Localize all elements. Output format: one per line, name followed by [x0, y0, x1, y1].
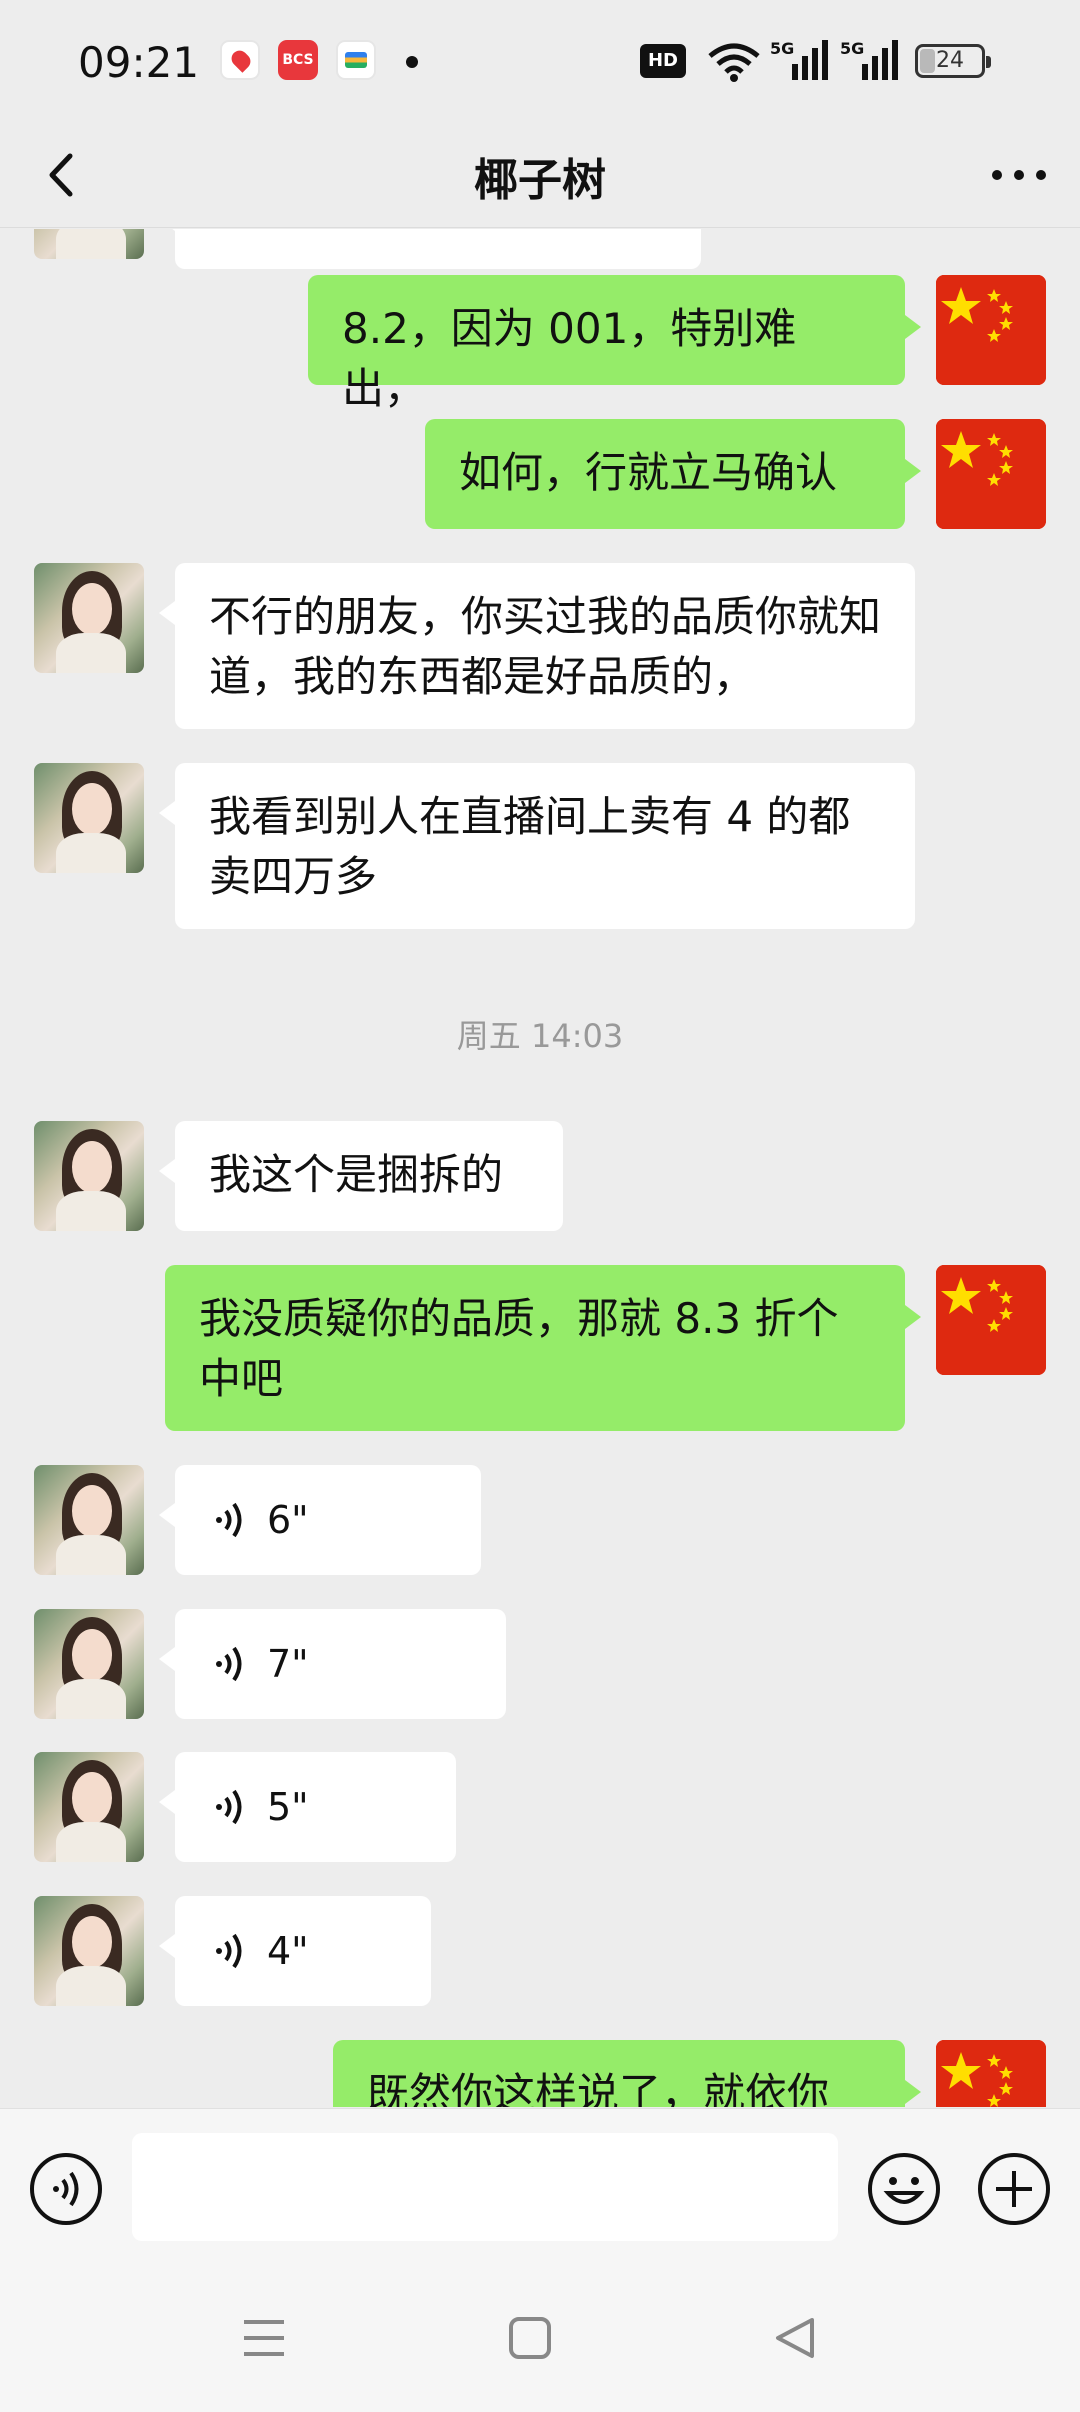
signal-5g-icon-1: 5G — [770, 39, 828, 80]
contact-avatar[interactable] — [34, 1896, 144, 2006]
wallet-app-icon — [336, 40, 376, 80]
wifi-icon — [708, 43, 760, 82]
input-bar — [0, 2108, 1080, 2264]
message-bubble-out[interactable]: 如何，行就立马确认 — [425, 419, 921, 529]
voice-message[interactable]: 4" — [159, 1896, 431, 2006]
message-input[interactable] — [132, 2133, 838, 2241]
my-avatar[interactable] — [936, 275, 1046, 385]
du-app-icon — [220, 40, 260, 80]
battery-level — [920, 49, 936, 73]
my-avatar[interactable] — [936, 2040, 1046, 2107]
voice-duration: 5" — [267, 1785, 309, 1829]
battery-text: 24 — [936, 48, 964, 73]
my-avatar[interactable] — [936, 419, 1046, 529]
contact-avatar[interactable] — [34, 1752, 144, 1862]
status-icons: HD 5G 5G 24 — [640, 38, 1000, 84]
home-icon[interactable] — [500, 2308, 560, 2368]
message-bubble-in[interactable]: 我看到别人在直播间上卖有 4 的都卖四万多 — [159, 763, 915, 929]
hd-icon: HD — [640, 44, 686, 78]
status-time: 09:21 — [78, 38, 200, 87]
chat-title: 椰子树 — [474, 155, 606, 206]
notification-dot — [406, 56, 418, 68]
message-bubble-out[interactable]: 我没质疑你的品质，那就 8.3 折个中吧 — [165, 1265, 921, 1431]
signal-5g-icon-2: 5G — [840, 39, 898, 80]
voice-wave-icon — [216, 1933, 242, 1969]
menu-icon[interactable] — [234, 2308, 294, 2368]
voice-wave-icon — [216, 1502, 242, 1538]
status-bar: 09:21 BCS HD 5G 5G 24 — [0, 0, 1080, 124]
voice-input-icon[interactable] — [28, 2151, 104, 2227]
voice-message[interactable]: 7" — [159, 1609, 506, 1719]
emoji-icon[interactable] — [866, 2151, 942, 2227]
contact-avatar[interactable] — [34, 1121, 144, 1231]
contact-avatar[interactable] — [34, 1609, 144, 1719]
signal-5g-label-1: 5G — [770, 39, 794, 58]
voice-message[interactable]: 6" — [159, 1465, 481, 1575]
my-avatar[interactable] — [936, 1265, 1046, 1375]
message-bubble-out[interactable]: 8.2，因为 001，特别难出， — [308, 275, 921, 413]
system-nav-bar — [0, 2264, 1080, 2412]
contact-avatar[interactable] — [34, 229, 144, 259]
voice-duration: 4" — [267, 1929, 309, 1973]
message-bubble-partial[interactable] — [159, 229, 701, 269]
contact-avatar[interactable] — [34, 563, 144, 673]
voice-wave-icon — [216, 1789, 242, 1825]
more-icon[interactable] — [984, 140, 1054, 210]
message-bubble-out[interactable]: 既然你这样说了，就依你 — [333, 2040, 921, 2107]
voice-wave-icon — [216, 1646, 242, 1682]
message-bubble-in[interactable]: 我这个是捆拆的 — [159, 1121, 563, 1231]
voice-message[interactable]: 5" — [159, 1752, 456, 1862]
back-triangle-icon[interactable] — [766, 2308, 826, 2368]
signal-5g-label-2: 5G — [840, 39, 864, 58]
bcs-app-icon: BCS — [278, 40, 318, 80]
chat-header: 椰子树 — [0, 124, 1080, 228]
contact-avatar[interactable] — [34, 763, 144, 873]
message-timestamp: 周五 14:03 — [456, 1017, 624, 1055]
battery-icon: 24 — [915, 44, 991, 78]
message-bubble-in[interactable]: 不行的朋友，你买过我的品质你就知道，我的东西都是好品质的， — [159, 563, 915, 729]
voice-duration: 6" — [267, 1498, 309, 1542]
contact-avatar[interactable] — [34, 1465, 144, 1575]
voice-duration: 7" — [267, 1642, 309, 1686]
message-list[interactable]: 8.2，因为 001，特别难出， 如何，行就立马确认 不行的朋友，你买过我的品质… — [0, 229, 1080, 2107]
plus-icon[interactable] — [976, 2151, 1052, 2227]
